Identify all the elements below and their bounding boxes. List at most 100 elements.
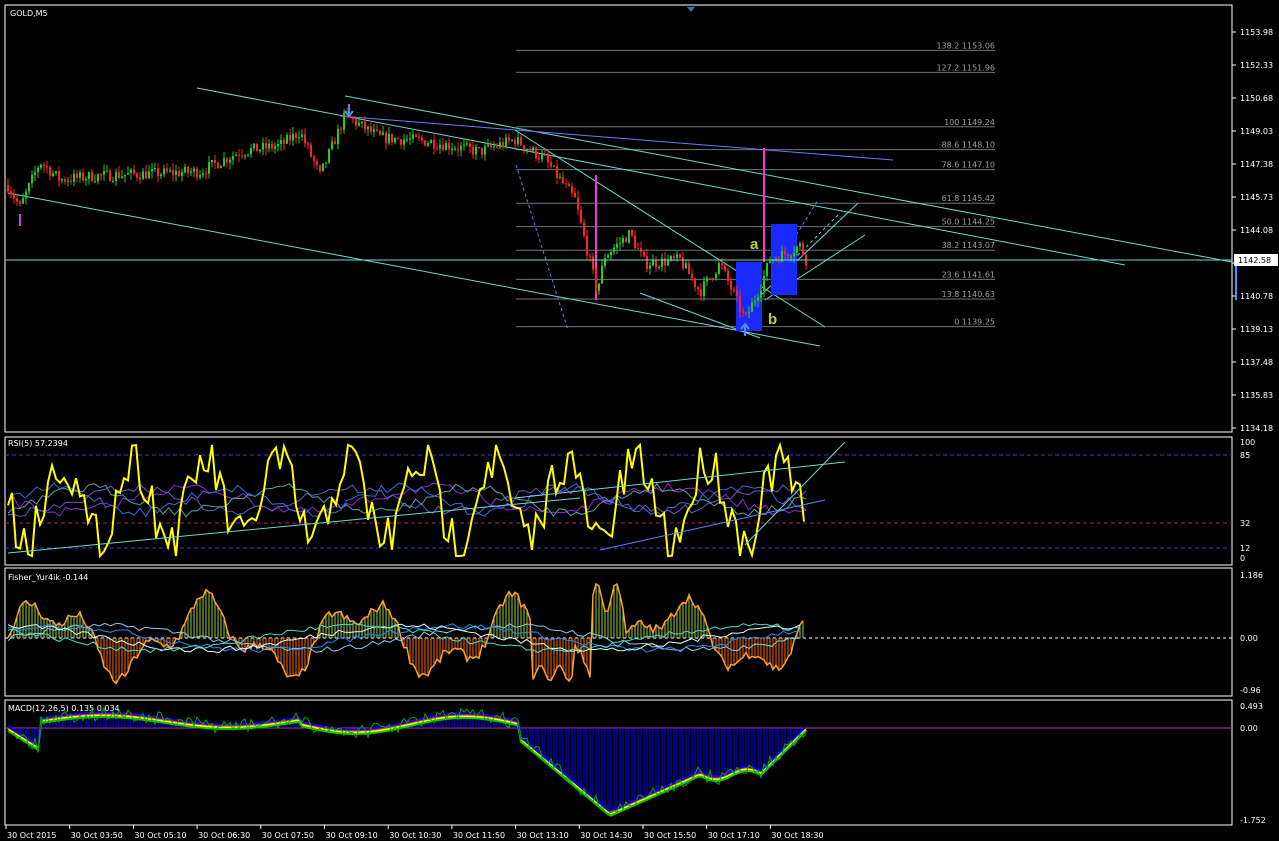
candle-body — [493, 146, 495, 148]
candle-body — [211, 160, 213, 163]
scroll-marker-icon[interactable] — [687, 7, 695, 12]
candle-body — [706, 277, 708, 282]
down-arrow-icon — [344, 104, 354, 118]
candle-body — [388, 133, 390, 144]
candle-body — [436, 148, 438, 150]
candle-body — [373, 129, 375, 132]
candle-body — [319, 165, 321, 172]
time-tick-label: 30 Oct 09:10 — [326, 831, 378, 840]
candle-body — [595, 269, 597, 292]
candle-body — [406, 139, 408, 141]
candle-body — [112, 181, 114, 183]
price-tick-label: 1149.03 — [1240, 127, 1273, 136]
candle-body — [310, 144, 312, 157]
candle-body — [49, 167, 51, 176]
candle-body — [205, 173, 207, 175]
fib-level-label: 0 1139.25 — [954, 318, 995, 327]
candle-body — [529, 149, 531, 151]
fib-level-label: 100 1149.24 — [944, 118, 995, 127]
candle-body — [397, 138, 399, 140]
time-tick-label: 30 Oct 07:50 — [262, 831, 314, 840]
candle-body — [532, 147, 534, 151]
candle-body — [124, 174, 126, 177]
candle-body — [769, 261, 771, 263]
candle-body — [409, 138, 411, 140]
rsi-tick-label: 85 — [1240, 451, 1250, 460]
fisher-pane[interactable]: Fisher_Yur4ik -0.144 — [5, 573, 1232, 685]
chart-canvas[interactable]: 138.2 1153.06 127.2 1151.96 100 1149.24 88.… — [0, 0, 1279, 841]
candle-body — [277, 143, 279, 147]
candle-body — [64, 179, 66, 182]
candle-body — [58, 171, 60, 181]
price-tick-label: 1144.08 — [1240, 226, 1273, 235]
candle-body — [322, 163, 324, 172]
candle-body — [637, 247, 639, 249]
candle-body — [37, 167, 39, 173]
candle-body — [664, 258, 666, 266]
candle-body — [271, 143, 273, 149]
arrow-markers — [19, 104, 750, 336]
candle-body — [463, 144, 465, 146]
candle-body — [673, 255, 675, 258]
candle-body — [52, 173, 54, 176]
candle-body — [268, 143, 270, 149]
candle-body — [763, 275, 765, 291]
candle-body — [718, 263, 720, 274]
candle-body — [214, 160, 216, 163]
time-tick-label: 30 Oct 14:30 — [580, 831, 632, 840]
candle-body — [292, 133, 294, 141]
candle-body — [727, 270, 729, 281]
candle-body — [301, 134, 303, 138]
macd-pane[interactable]: MACD(12,26,5) 0.135 0.034 — [5, 704, 1232, 817]
candle-body — [796, 246, 798, 253]
trading-terminal-chart[interactable]: 138.2 1153.06 127.2 1151.96 100 1149.24 88.… — [0, 0, 1279, 841]
candle-body — [7, 185, 9, 192]
candle-body — [220, 165, 222, 169]
candle-body — [154, 167, 156, 169]
candle-body — [391, 133, 393, 143]
candle-body — [193, 168, 195, 172]
candle-body — [640, 248, 642, 252]
time-tick-label: 30 Oct 03:50 — [71, 831, 123, 840]
rsi-pane[interactable]: RSI(5) 57.2394 — [5, 439, 1232, 559]
price-tick-label: 1147.38 — [1240, 160, 1273, 169]
candle-body — [103, 170, 105, 175]
fib-level-label: 78.6 1147.10 — [942, 161, 995, 170]
candle-body — [55, 171, 57, 174]
candle-body — [241, 155, 243, 157]
candle-body — [511, 139, 513, 141]
candle-body — [610, 251, 612, 256]
candle-body — [670, 255, 672, 260]
candle-body — [19, 201, 21, 204]
candle-body — [676, 254, 678, 258]
time-axis[interactable]: 30 Oct 2015 30 Oct 03:50 30 Oct 05:10 30 Oc… — [5, 825, 824, 840]
candle-body — [658, 266, 660, 268]
upper-channel-line — [196, 87, 1126, 266]
time-tick-label: 30 Oct 18:30 — [771, 831, 823, 840]
candle-body — [262, 143, 264, 150]
candle-body — [166, 168, 168, 172]
candle-body — [97, 174, 99, 182]
candle-body — [31, 174, 33, 184]
candle-body — [307, 143, 309, 145]
candle-body — [382, 132, 384, 135]
candle-body — [445, 143, 447, 151]
candle-body — [628, 230, 630, 243]
candle-body — [475, 147, 477, 155]
candle-body — [367, 126, 369, 130]
candle-body — [712, 278, 714, 280]
main-price-pane[interactable]: 138.2 1153.06 127.2 1151.96 100 1149.24 88.… — [5, 7, 1233, 347]
candle-body — [793, 252, 795, 257]
fib-level-label: 13.8 1140.63 — [942, 290, 995, 299]
candle-body — [490, 144, 492, 148]
macd-tick-label: 0.493 — [1240, 702, 1263, 711]
candle-body — [91, 172, 93, 182]
candle-body — [748, 311, 750, 313]
candle-body — [295, 133, 297, 138]
candle-body — [589, 255, 591, 257]
candle-body — [403, 139, 405, 145]
price-axis[interactable]: 1153.98 1152.33 1150.68 1149.03 1147.38 1145.… — [1232, 28, 1278, 825]
price-tick-label: 1150.68 — [1240, 94, 1273, 103]
candle-body — [136, 173, 138, 178]
candle-body — [754, 300, 756, 303]
